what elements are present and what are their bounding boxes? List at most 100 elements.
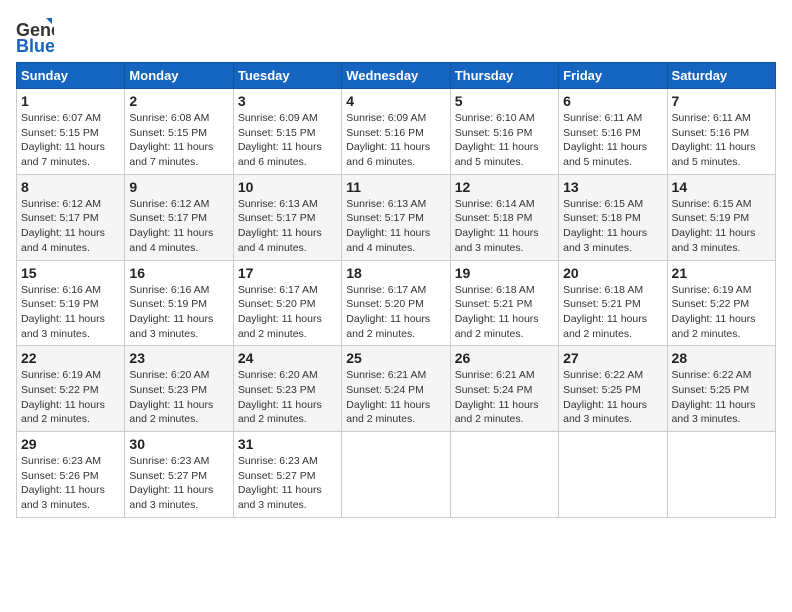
day-detail: Sunrise: 6:16 AMSunset: 5:19 PMDaylight:…	[21, 283, 120, 342]
day-detail: Sunrise: 6:13 AMSunset: 5:17 PMDaylight:…	[238, 197, 337, 256]
day-number: 30	[129, 436, 228, 452]
day-detail: Sunrise: 6:21 AMSunset: 5:24 PMDaylight:…	[346, 368, 445, 427]
calendar-cell: 7 Sunrise: 6:11 AMSunset: 5:16 PMDaylight…	[667, 89, 775, 175]
day-detail: Sunrise: 6:15 AMSunset: 5:19 PMDaylight:…	[672, 197, 771, 256]
day-number: 8	[21, 179, 120, 195]
logo: General Blue	[16, 16, 54, 54]
day-detail: Sunrise: 6:23 AMSunset: 5:27 PMDaylight:…	[238, 454, 337, 513]
calendar-cell: 19 Sunrise: 6:18 AMSunset: 5:21 PMDayligh…	[450, 260, 558, 346]
day-detail: Sunrise: 6:09 AMSunset: 5:15 PMDaylight:…	[238, 111, 337, 170]
day-number: 31	[238, 436, 337, 452]
day-number: 22	[21, 350, 120, 366]
calendar-table: SundayMondayTuesdayWednesdayThursdayFrid…	[16, 62, 776, 518]
day-number: 26	[455, 350, 554, 366]
calendar-cell: 14 Sunrise: 6:15 AMSunset: 5:19 PMDayligh…	[667, 174, 775, 260]
day-number: 10	[238, 179, 337, 195]
calendar-cell: 22 Sunrise: 6:19 AMSunset: 5:22 PMDayligh…	[17, 346, 125, 432]
day-number: 23	[129, 350, 228, 366]
day-number: 4	[346, 93, 445, 109]
calendar-cell: 16 Sunrise: 6:16 AMSunset: 5:19 PMDayligh…	[125, 260, 233, 346]
weekday-header: Friday	[559, 63, 667, 89]
calendar-week-row: 15 Sunrise: 6:16 AMSunset: 5:19 PMDayligh…	[17, 260, 776, 346]
calendar-cell: 31 Sunrise: 6:23 AMSunset: 5:27 PMDayligh…	[233, 432, 341, 518]
day-detail: Sunrise: 6:10 AMSunset: 5:16 PMDaylight:…	[455, 111, 554, 170]
calendar-cell: 18 Sunrise: 6:17 AMSunset: 5:20 PMDayligh…	[342, 260, 450, 346]
calendar-cell: 21 Sunrise: 6:19 AMSunset: 5:22 PMDayligh…	[667, 260, 775, 346]
day-number: 19	[455, 265, 554, 281]
day-detail: Sunrise: 6:21 AMSunset: 5:24 PMDaylight:…	[455, 368, 554, 427]
svg-text:Blue: Blue	[16, 36, 54, 54]
calendar-cell: 24Sunrise: 6:20 AMSunset: 5:23 PMDayligh…	[233, 346, 341, 432]
day-number: 7	[672, 93, 771, 109]
calendar-cell: 27 Sunrise: 6:22 AMSunset: 5:25 PMDayligh…	[559, 346, 667, 432]
calendar-cell	[450, 432, 558, 518]
day-detail: Sunrise: 6:07 AMSunset: 5:15 PMDaylight:…	[21, 111, 120, 170]
calendar-cell: 6 Sunrise: 6:11 AMSunset: 5:16 PMDaylight…	[559, 89, 667, 175]
day-number: 6	[563, 93, 662, 109]
day-detail: Sunrise: 6:22 AMSunset: 5:25 PMDaylight:…	[563, 368, 662, 427]
calendar-week-row: 22 Sunrise: 6:19 AMSunset: 5:22 PMDayligh…	[17, 346, 776, 432]
calendar-cell: 9 Sunrise: 6:12 AMSunset: 5:17 PMDaylight…	[125, 174, 233, 260]
day-detail: Sunrise: 6:12 AMSunset: 5:17 PMDaylight:…	[129, 197, 228, 256]
day-detail: Sunrise: 6:11 AMSunset: 5:16 PMDaylight:…	[672, 111, 771, 170]
calendar-cell: 1Sunrise: 6:07 AMSunset: 5:15 PMDaylight…	[17, 89, 125, 175]
day-number: 9	[129, 179, 228, 195]
day-detail: Sunrise: 6:23 AMSunset: 5:26 PMDaylight:…	[21, 454, 120, 513]
calendar-week-row: 8 Sunrise: 6:12 AMSunset: 5:17 PMDaylight…	[17, 174, 776, 260]
day-detail: Sunrise: 6:14 AMSunset: 5:18 PMDaylight:…	[455, 197, 554, 256]
weekday-header: Saturday	[667, 63, 775, 89]
day-number: 16	[129, 265, 228, 281]
day-detail: Sunrise: 6:17 AMSunset: 5:20 PMDaylight:…	[238, 283, 337, 342]
day-detail: Sunrise: 6:15 AMSunset: 5:18 PMDaylight:…	[563, 197, 662, 256]
day-detail: Sunrise: 6:13 AMSunset: 5:17 PMDaylight:…	[346, 197, 445, 256]
calendar-cell: 30Sunrise: 6:23 AMSunset: 5:27 PMDayligh…	[125, 432, 233, 518]
calendar-cell: 3 Sunrise: 6:09 AMSunset: 5:15 PMDaylight…	[233, 89, 341, 175]
day-detail: Sunrise: 6:16 AMSunset: 5:19 PMDaylight:…	[129, 283, 228, 342]
day-number: 3	[238, 93, 337, 109]
day-detail: Sunrise: 6:19 AMSunset: 5:22 PMDaylight:…	[672, 283, 771, 342]
calendar-cell: 12 Sunrise: 6:14 AMSunset: 5:18 PMDayligh…	[450, 174, 558, 260]
calendar-cell: 8 Sunrise: 6:12 AMSunset: 5:17 PMDaylight…	[17, 174, 125, 260]
calendar-cell: 20Sunrise: 6:18 AMSunset: 5:21 PMDayligh…	[559, 260, 667, 346]
day-detail: Sunrise: 6:09 AMSunset: 5:16 PMDaylight:…	[346, 111, 445, 170]
calendar-cell: 17 Sunrise: 6:17 AMSunset: 5:20 PMDayligh…	[233, 260, 341, 346]
day-number: 28	[672, 350, 771, 366]
day-number: 21	[672, 265, 771, 281]
calendar-cell: 10 Sunrise: 6:13 AMSunset: 5:17 PMDayligh…	[233, 174, 341, 260]
day-number: 29	[21, 436, 120, 452]
day-detail: Sunrise: 6:18 AMSunset: 5:21 PMDaylight:…	[455, 283, 554, 342]
day-detail: Sunrise: 6:12 AMSunset: 5:17 PMDaylight:…	[21, 197, 120, 256]
calendar-cell: 4 Sunrise: 6:09 AMSunset: 5:16 PMDaylight…	[342, 89, 450, 175]
calendar-cell	[342, 432, 450, 518]
day-detail: Sunrise: 6:20 AMSunset: 5:23 PMDaylight:…	[129, 368, 228, 427]
weekday-header: Thursday	[450, 63, 558, 89]
calendar-cell: 29 Sunrise: 6:23 AMSunset: 5:26 PMDayligh…	[17, 432, 125, 518]
calendar-cell: 5 Sunrise: 6:10 AMSunset: 5:16 PMDaylight…	[450, 89, 558, 175]
day-number: 18	[346, 265, 445, 281]
day-detail: Sunrise: 6:08 AMSunset: 5:15 PMDaylight:…	[129, 111, 228, 170]
day-detail: Sunrise: 6:17 AMSunset: 5:20 PMDaylight:…	[346, 283, 445, 342]
day-number: 12	[455, 179, 554, 195]
calendar-cell: 11 Sunrise: 6:13 AMSunset: 5:17 PMDayligh…	[342, 174, 450, 260]
calendar-cell	[667, 432, 775, 518]
page-header: General Blue	[16, 16, 776, 54]
day-number: 25	[346, 350, 445, 366]
day-number: 11	[346, 179, 445, 195]
day-number: 24	[238, 350, 337, 366]
day-number: 5	[455, 93, 554, 109]
day-number: 27	[563, 350, 662, 366]
weekday-header: Wednesday	[342, 63, 450, 89]
calendar-week-row: 29 Sunrise: 6:23 AMSunset: 5:26 PMDayligh…	[17, 432, 776, 518]
calendar-cell: 2 Sunrise: 6:08 AMSunset: 5:15 PMDaylight…	[125, 89, 233, 175]
day-number: 2	[129, 93, 228, 109]
weekday-header: Sunday	[17, 63, 125, 89]
day-detail: Sunrise: 6:18 AMSunset: 5:21 PMDaylight:…	[563, 283, 662, 342]
day-number: 14	[672, 179, 771, 195]
day-detail: Sunrise: 6:22 AMSunset: 5:25 PMDaylight:…	[672, 368, 771, 427]
day-number: 15	[21, 265, 120, 281]
calendar-cell: 13Sunrise: 6:15 AMSunset: 5:18 PMDayligh…	[559, 174, 667, 260]
weekday-header: Tuesday	[233, 63, 341, 89]
day-number: 17	[238, 265, 337, 281]
day-detail: Sunrise: 6:19 AMSunset: 5:22 PMDaylight:…	[21, 368, 120, 427]
day-detail: Sunrise: 6:11 AMSunset: 5:16 PMDaylight:…	[563, 111, 662, 170]
